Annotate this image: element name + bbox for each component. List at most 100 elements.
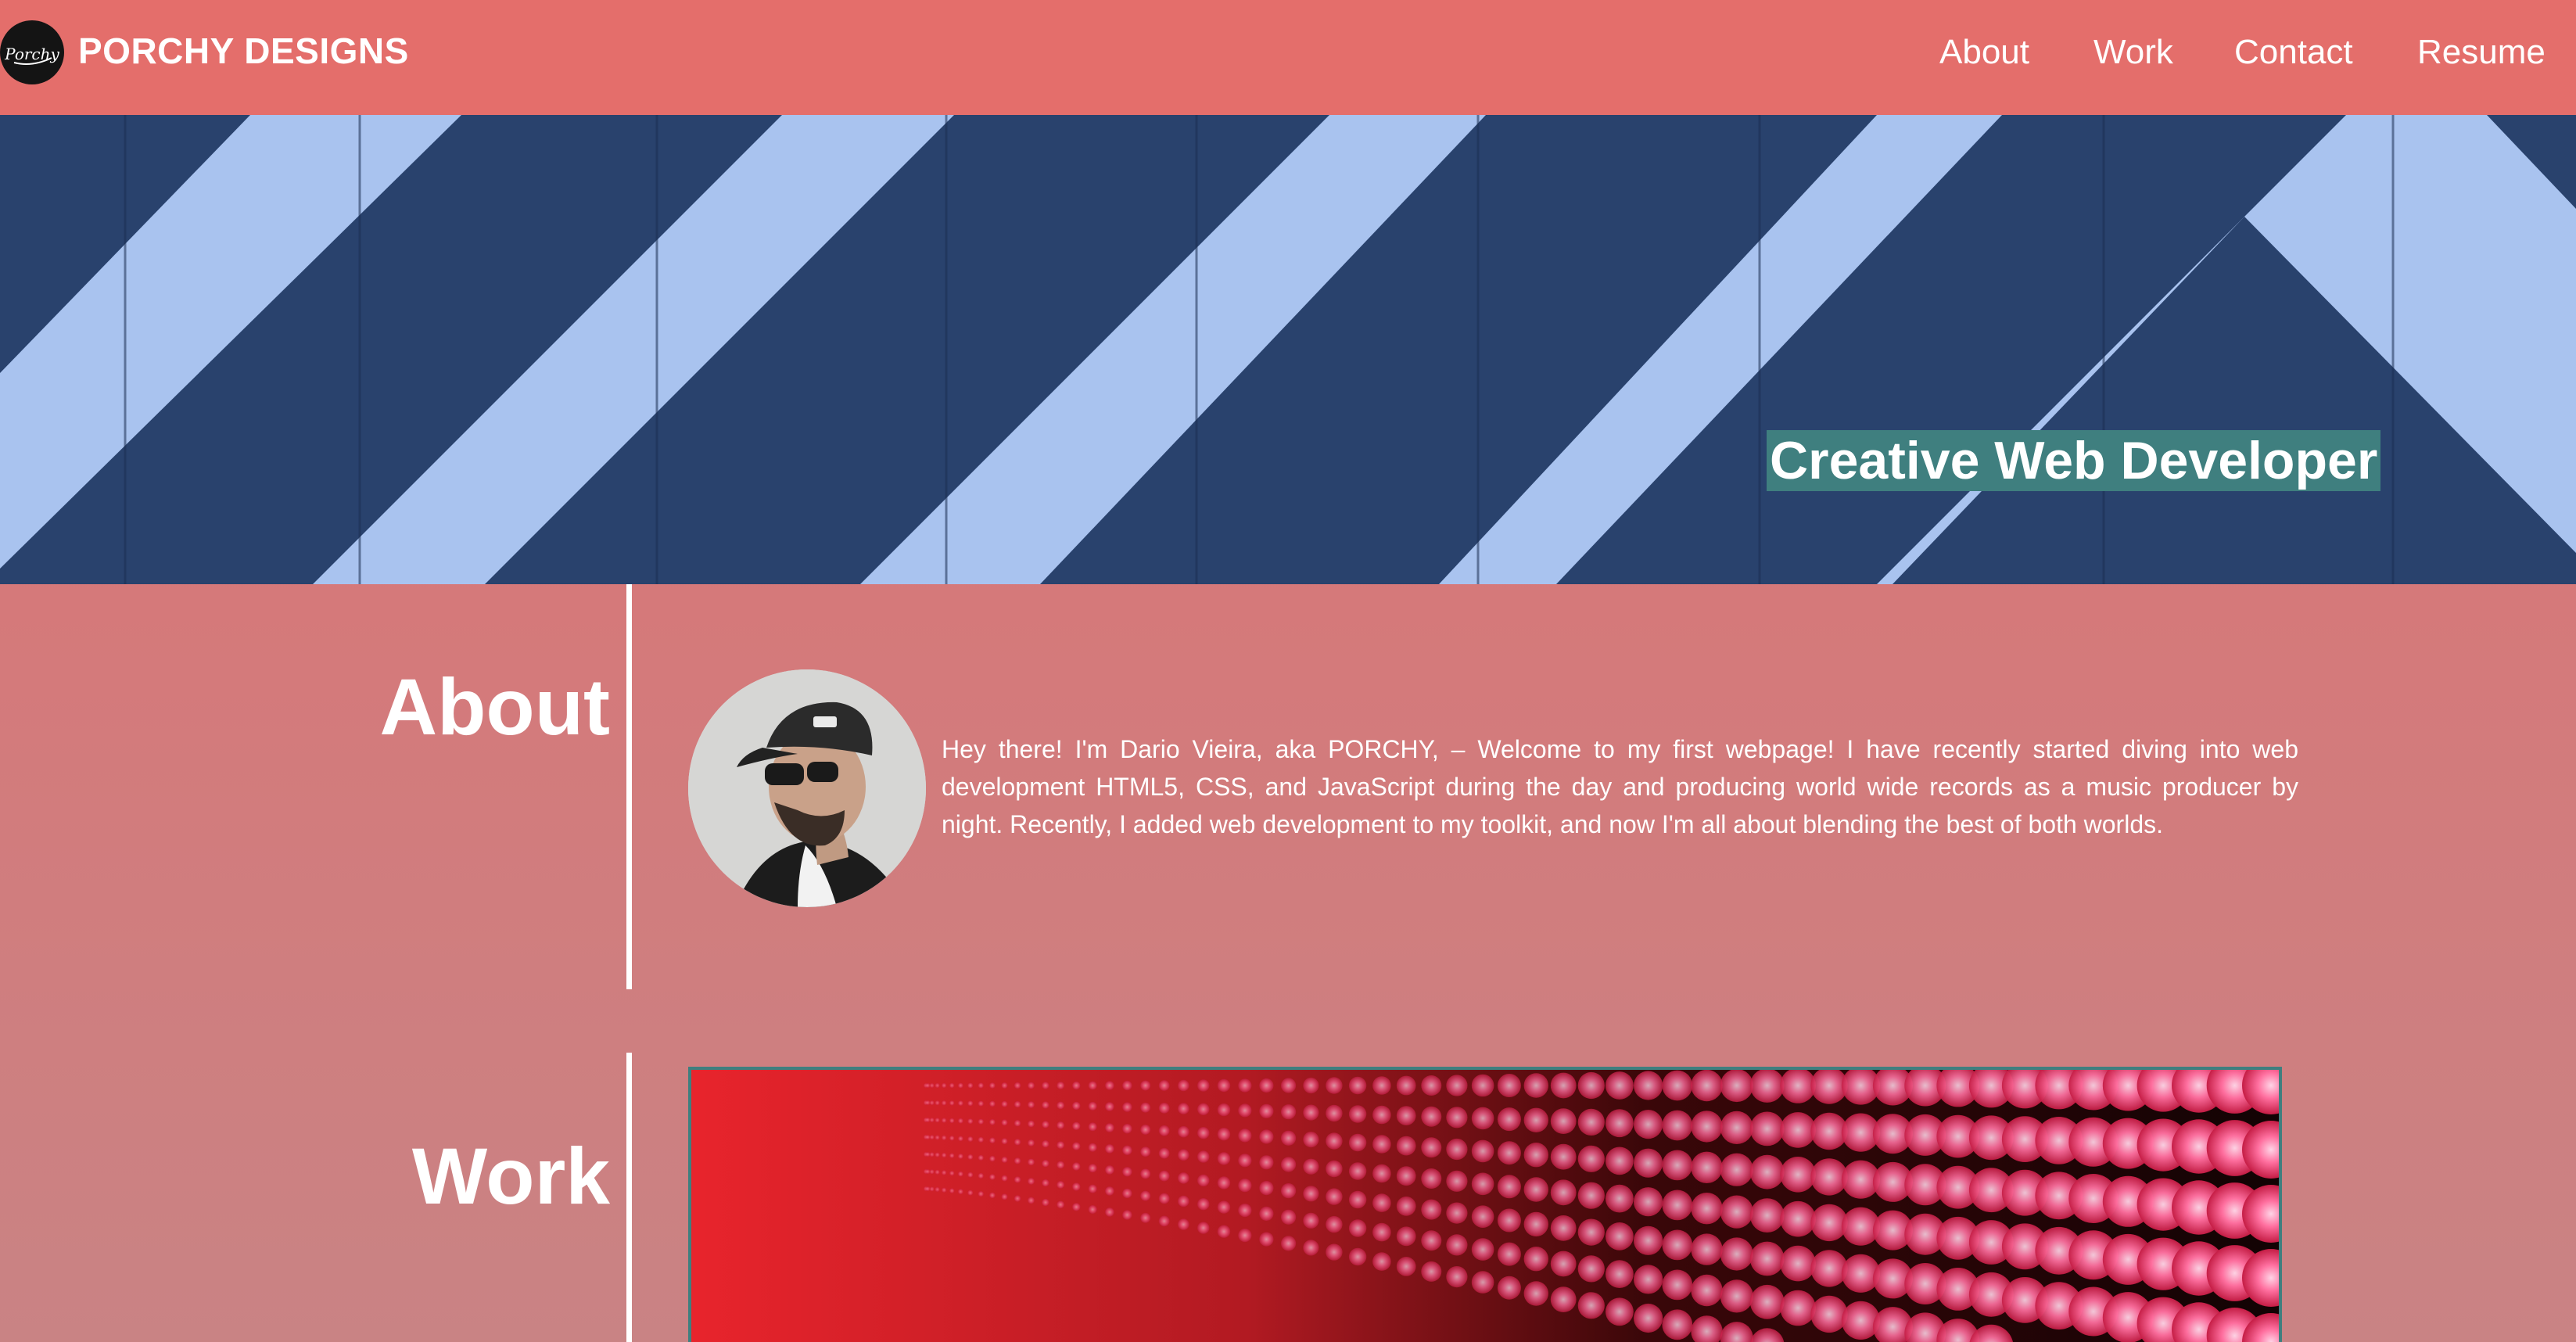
led-dot <box>1810 1295 1848 1333</box>
nav-link-work[interactable]: Work <box>2093 31 2173 74</box>
led-dot <box>929 1152 935 1157</box>
led-dot <box>989 1100 996 1107</box>
work-heading: Work <box>411 1132 610 1221</box>
led-dot <box>925 1118 931 1122</box>
led-dot <box>1217 1200 1231 1214</box>
led-dot <box>1606 1071 1634 1100</box>
led-dot <box>1780 1290 1816 1326</box>
led-dot <box>929 1083 935 1088</box>
led-dot <box>935 1186 940 1192</box>
led-dot <box>1577 1145 1605 1172</box>
led-dot <box>935 1082 940 1089</box>
led-dot <box>1178 1149 1189 1161</box>
work-preview-image[interactable] <box>688 1067 2282 1342</box>
led-dot <box>1197 1150 1210 1163</box>
led-dot <box>1396 1136 1416 1156</box>
led-dot <box>1720 1153 1753 1186</box>
led-dot <box>1158 1193 1170 1204</box>
led-dot <box>1158 1125 1170 1136</box>
led-dot <box>1421 1261 1442 1282</box>
led-dot <box>1057 1141 1065 1149</box>
led-dot <box>1028 1101 1035 1108</box>
logo-icon[interactable]: Porchy <box>0 20 64 84</box>
led-dot <box>1217 1078 1231 1093</box>
led-dot <box>1105 1123 1114 1132</box>
led-dot <box>1105 1102 1114 1111</box>
led-dot <box>1446 1075 1468 1096</box>
led-dot <box>1662 1190 1693 1221</box>
led-dot <box>1471 1271 1494 1294</box>
led-dot <box>1372 1105 1391 1125</box>
led-dot <box>1217 1152 1231 1165</box>
hero-tagline: Creative Web Developer <box>1767 430 2381 491</box>
led-dot <box>942 1135 947 1140</box>
led-dot <box>935 1135 940 1140</box>
led-dot <box>935 1152 940 1157</box>
led-dot <box>1396 1075 1416 1096</box>
led-dot <box>1326 1243 1343 1261</box>
led-dot <box>1105 1144 1114 1154</box>
led-dot <box>1497 1141 1521 1165</box>
led-dot <box>1197 1222 1210 1234</box>
led-dot <box>1446 1234 1468 1256</box>
led-dot <box>1028 1082 1035 1089</box>
led-dot <box>1014 1082 1021 1089</box>
led-dot <box>1014 1100 1021 1108</box>
led-dot <box>929 1186 935 1192</box>
led-dot <box>978 1154 984 1161</box>
led-dot <box>1281 1236 1297 1251</box>
led-dot <box>1634 1148 1663 1178</box>
led-dot <box>1720 1111 1753 1144</box>
led-dot <box>1088 1101 1097 1111</box>
led-dot <box>958 1082 963 1089</box>
brand-name[interactable]: PORCHY DESIGNS <box>78 30 409 72</box>
led-dot <box>1088 1122 1097 1132</box>
led-dot <box>1634 1303 1663 1333</box>
led-dot <box>925 1186 931 1192</box>
led-dot <box>1606 1184 1634 1213</box>
top-nav: Porchy PORCHY DESIGNS About Work Contact… <box>0 0 2576 115</box>
led-dot <box>1550 1072 1577 1099</box>
led-dot <box>1001 1193 1008 1200</box>
led-dot <box>1421 1199 1442 1220</box>
led-dot <box>978 1082 984 1089</box>
led-dot <box>1720 1195 1753 1229</box>
led-dot <box>1749 1284 1785 1319</box>
led-dot <box>1372 1252 1391 1271</box>
led-dot <box>1057 1200 1065 1209</box>
led-dot <box>1497 1175 1521 1199</box>
led-dot <box>1577 1255 1605 1283</box>
led-dot <box>1014 1195 1021 1202</box>
nav-link-contact[interactable]: Contact <box>2234 31 2353 74</box>
nav-link-about[interactable]: About <box>1939 31 2029 74</box>
led-dot <box>989 1137 996 1143</box>
led-dot <box>1421 1075 1442 1096</box>
led-dot <box>1057 1161 1065 1169</box>
led-dot <box>1072 1101 1081 1111</box>
about-heading: About <box>379 662 610 752</box>
led-dot <box>929 1135 935 1140</box>
led-dot <box>967 1154 974 1160</box>
led-dot <box>1281 1130 1297 1146</box>
led-dot <box>989 1155 996 1162</box>
led-dot <box>1348 1133 1367 1152</box>
led-dot <box>1348 1076 1367 1095</box>
led-dot <box>1014 1157 1021 1164</box>
led-dot <box>958 1171 963 1177</box>
led-dot <box>1303 1132 1319 1148</box>
led-dot <box>1238 1179 1252 1193</box>
led-dot <box>1372 1222 1391 1242</box>
led-dot <box>1396 1226 1416 1247</box>
led-dot <box>1348 1247 1367 1266</box>
led-dot <box>1421 1230 1442 1251</box>
nav-link-resume[interactable]: Resume <box>2417 31 2546 74</box>
led-dot <box>978 1191 984 1197</box>
work-divider <box>626 1053 632 1342</box>
led-dot <box>958 1154 963 1159</box>
led-dot <box>1028 1158 1035 1166</box>
led-dot <box>925 1169 931 1175</box>
led-dot <box>1042 1179 1049 1187</box>
led-dot <box>1348 1162 1367 1180</box>
led-dot <box>1691 1070 1723 1102</box>
led-dot <box>1042 1101 1049 1109</box>
